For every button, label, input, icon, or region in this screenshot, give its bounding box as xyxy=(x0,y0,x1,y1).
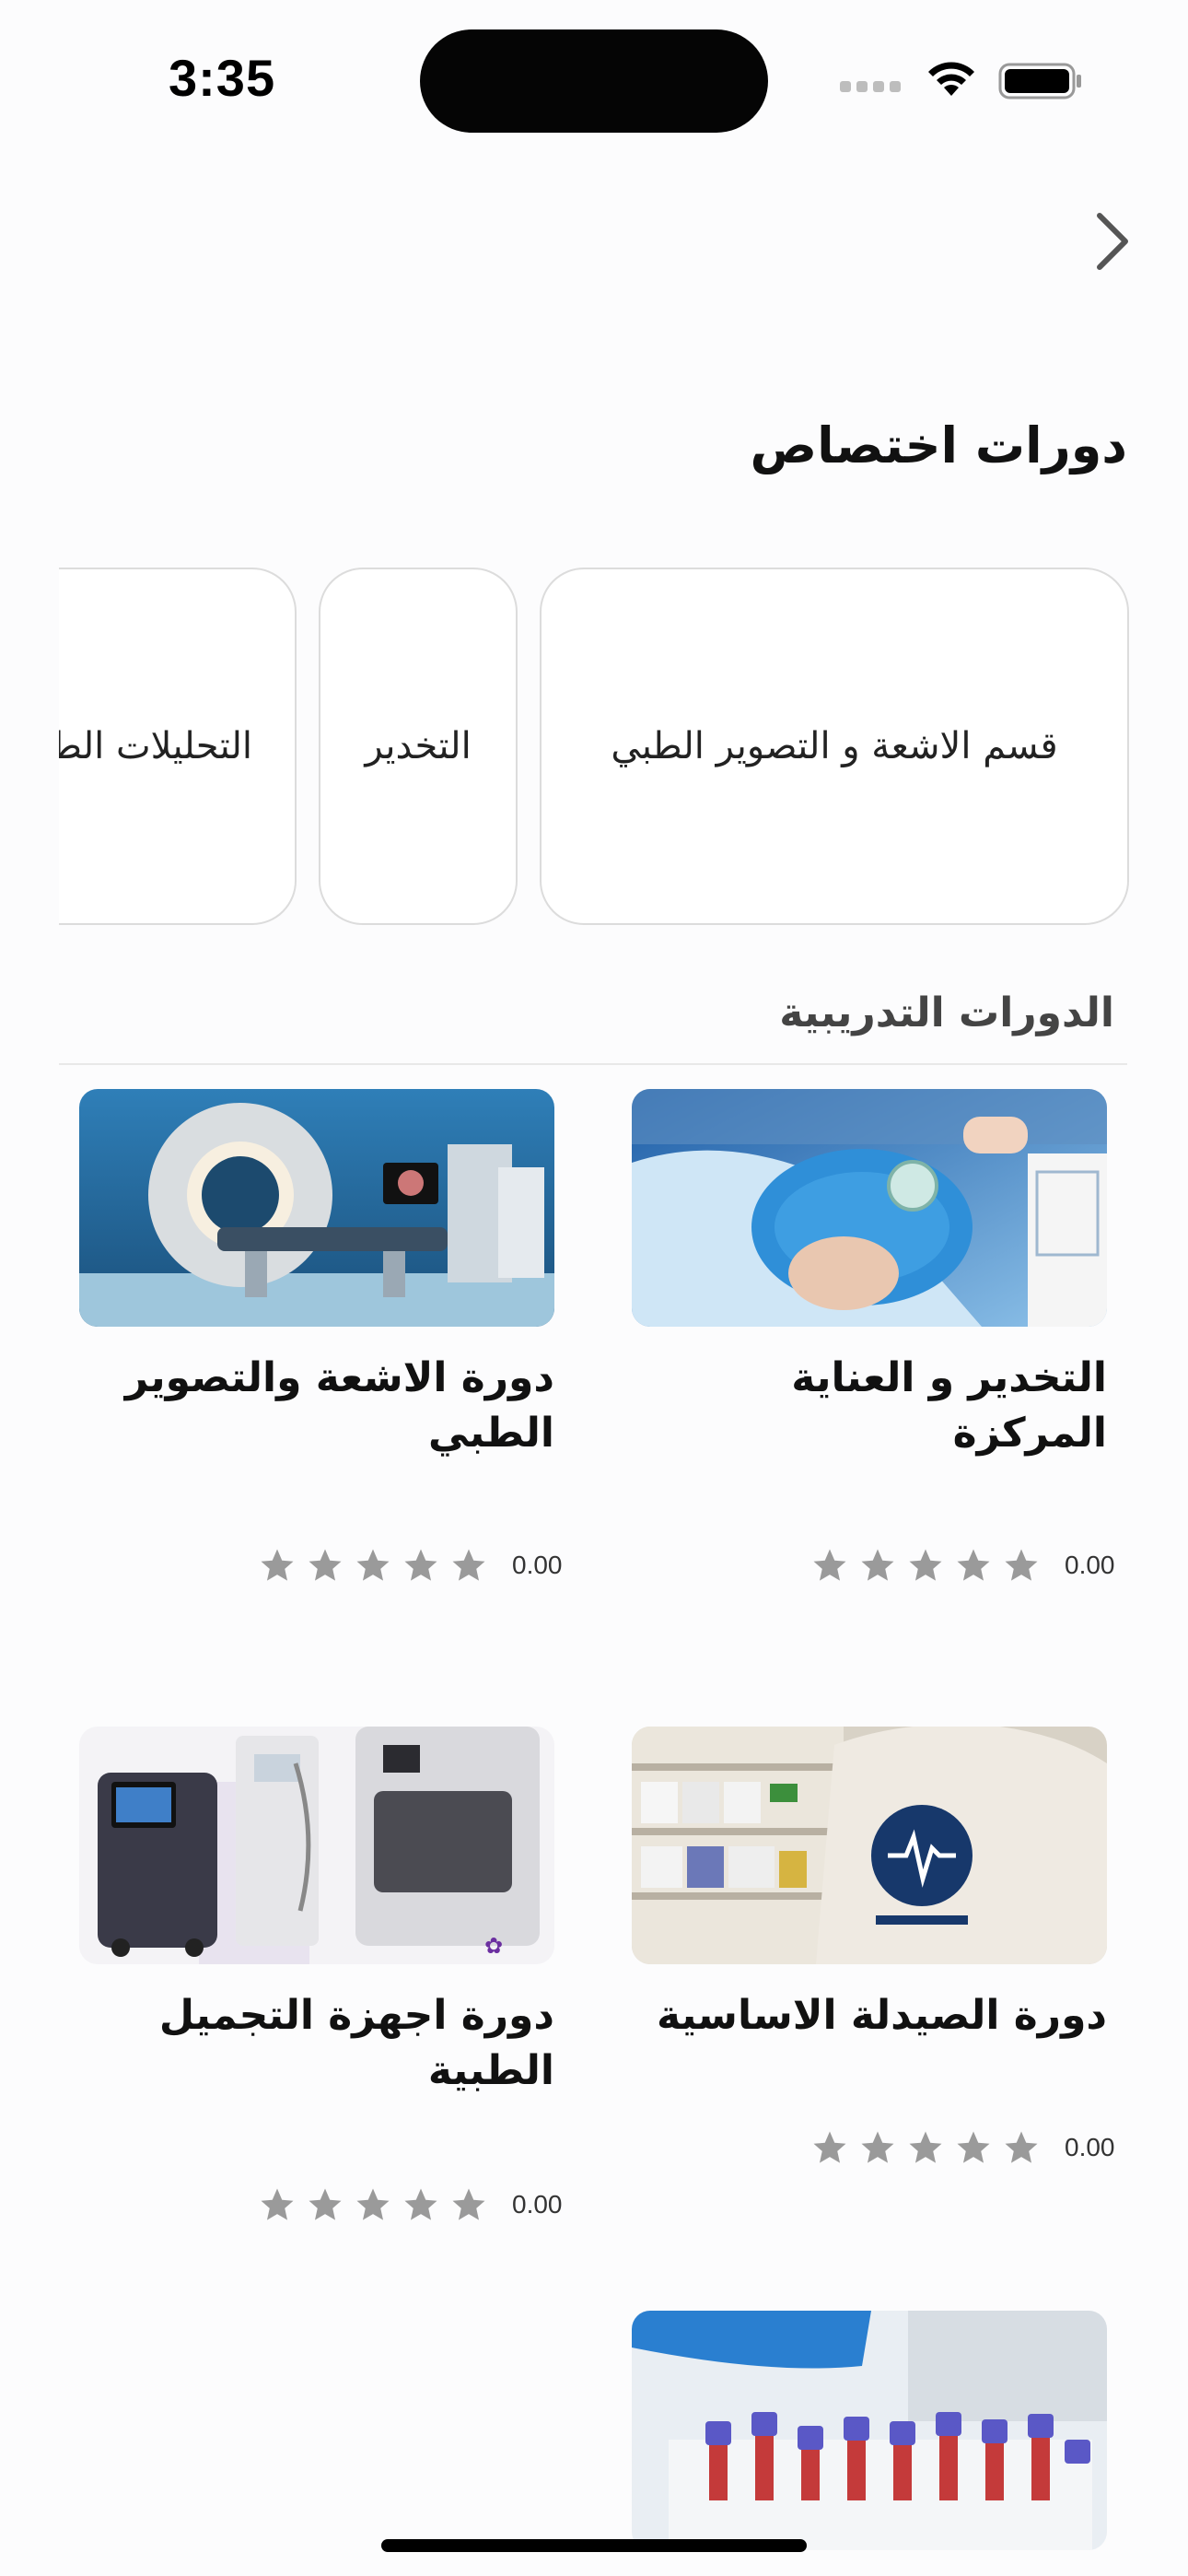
course-card-pharmacy[interactable]: دورة الصيدلة الاساسية xyxy=(632,1727,1107,2043)
category-label: التخدير xyxy=(365,725,472,767)
star-icon xyxy=(356,1549,390,1581)
course-card-cosmetic-devices[interactable]: ✿ دورة اجهزة التجميل الطبية xyxy=(79,1727,554,2099)
rating-stars xyxy=(810,2128,1041,2167)
training-section-header: الدورات التدريبية xyxy=(779,989,1114,1036)
course-title: دورة الصيدلة الاساسية xyxy=(657,1992,1107,2039)
course-rating: 0.00 xyxy=(258,1546,563,1585)
status-bar: 3:35 xyxy=(0,0,1188,166)
rating-value: 0.00 xyxy=(1065,2133,1115,2161)
category-label: التحليلات الطبية xyxy=(59,725,252,767)
rating-value: 0.00 xyxy=(512,2190,563,2219)
star-icon xyxy=(309,2188,342,2220)
star-icon xyxy=(1005,1549,1038,1581)
wifi-icon xyxy=(928,62,974,96)
course-card-anesthesia[interactable]: التخدير و العناية المركزة xyxy=(632,1089,1107,1461)
star-icon xyxy=(813,1549,846,1581)
rating-stars xyxy=(258,2185,488,2224)
course-rating: 0.00 xyxy=(810,1546,1115,1585)
status-time: 3:35 xyxy=(169,49,276,107)
star-icon xyxy=(404,1549,437,1581)
star-icon xyxy=(452,2188,485,2220)
course-title: دورة الاشعة والتصوير الطبي xyxy=(124,1354,554,1457)
category-carousel[interactable]: قسم الاشعة و التصوير الطبي التخدير التحل… xyxy=(59,568,1129,927)
course-image-anesthesia xyxy=(632,1089,1107,1327)
category-label: قسم الاشعة و التصوير الطبي xyxy=(611,725,1058,767)
star-icon xyxy=(861,1549,894,1581)
category-card-anesthesia[interactable]: التخدير xyxy=(319,568,518,925)
star-icon xyxy=(261,2188,294,2220)
star-icon xyxy=(356,2188,390,2220)
battery-icon xyxy=(998,63,1081,100)
star-icon xyxy=(813,2131,846,2163)
course-card-lab[interactable] xyxy=(632,2311,1107,2550)
course-image-cosmetic-devices: ✿ xyxy=(79,1727,554,1964)
divider xyxy=(59,1063,1127,1065)
rating-value: 0.00 xyxy=(512,1551,563,1579)
star-icon xyxy=(261,1549,294,1581)
course-rating: 0.00 xyxy=(810,2128,1115,2167)
star-icon xyxy=(309,1549,342,1581)
star-icon xyxy=(404,2188,437,2220)
course-title: دورة اجهزة التجميل الطبية xyxy=(158,1992,554,2094)
rating-stars xyxy=(810,1546,1041,1585)
chevron-right-icon[interactable] xyxy=(1092,208,1133,275)
star-icon xyxy=(909,2131,942,2163)
course-card-radiology[interactable]: دورة الاشعة والتصوير الطبي xyxy=(79,1089,554,1461)
category-card-lab-analysis[interactable]: التحليلات الطبية xyxy=(59,568,297,925)
rating-stars xyxy=(258,1546,488,1585)
rating-value: 0.00 xyxy=(1065,1551,1115,1579)
course-rating: 0.00 xyxy=(258,2185,563,2224)
svg-text:✿: ✿ xyxy=(484,1933,503,1959)
dynamic-island xyxy=(420,29,768,133)
course-image-radiology xyxy=(79,1089,554,1327)
star-icon xyxy=(452,1549,485,1581)
star-icon xyxy=(957,2131,990,2163)
course-image-pharmacy xyxy=(632,1727,1107,1964)
star-icon xyxy=(909,1549,942,1581)
star-icon xyxy=(1005,2131,1038,2163)
category-card-radiology[interactable]: قسم الاشعة و التصوير الطبي xyxy=(540,568,1129,925)
course-title: التخدير و العناية المركزة xyxy=(791,1354,1107,1457)
star-icon xyxy=(957,1549,990,1581)
page-title: دورات اختصاص xyxy=(750,416,1127,474)
star-icon xyxy=(861,2131,894,2163)
home-indicator[interactable] xyxy=(381,2539,807,2552)
cellular-signal-icon xyxy=(840,81,901,92)
course-image-lab xyxy=(632,2311,1107,2550)
